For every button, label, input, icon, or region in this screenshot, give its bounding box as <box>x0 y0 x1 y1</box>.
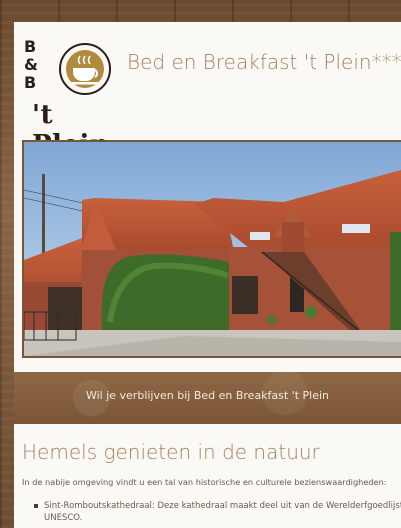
logo-ampersand: & <box>24 55 38 74</box>
logo-bb-letters: B & B <box>24 38 38 92</box>
logo-letter-b2: B <box>24 73 37 92</box>
list-item: Sint-Romboutskathedraal: Deze kathedraal… <box>34 500 401 524</box>
list-item-line2: UNESCO. <box>44 513 83 523</box>
section-intro: In de nabije omgeving vindt u een tal va… <box>22 477 387 487</box>
attractions-list: Sint-Romboutskathedraal: Deze kathedraal… <box>34 500 401 524</box>
site-logo[interactable]: B & B 't Plein <box>18 28 128 160</box>
list-item-line1: Sint-Romboutskathedraal: Deze kathedraal… <box>44 501 401 511</box>
page-container: B & B 't Plein Bed en Breakfast 't Plein… <box>14 22 401 528</box>
logo-letter-b1: B <box>24 37 37 56</box>
hero-frame <box>22 140 401 358</box>
banner-text[interactable]: Wil je verblijven bij Bed en Breakfast '… <box>14 389 401 402</box>
site-title[interactable]: Bed en Breakfast 't Plein*** <box>127 50 401 74</box>
section-heading: Hemels genieten in de natuur <box>22 440 320 464</box>
hero-photo <box>24 142 401 356</box>
intro-banner: Wil je verblijven bij Bed en Breakfast '… <box>14 372 401 424</box>
coffee-cup-icon <box>59 43 111 95</box>
